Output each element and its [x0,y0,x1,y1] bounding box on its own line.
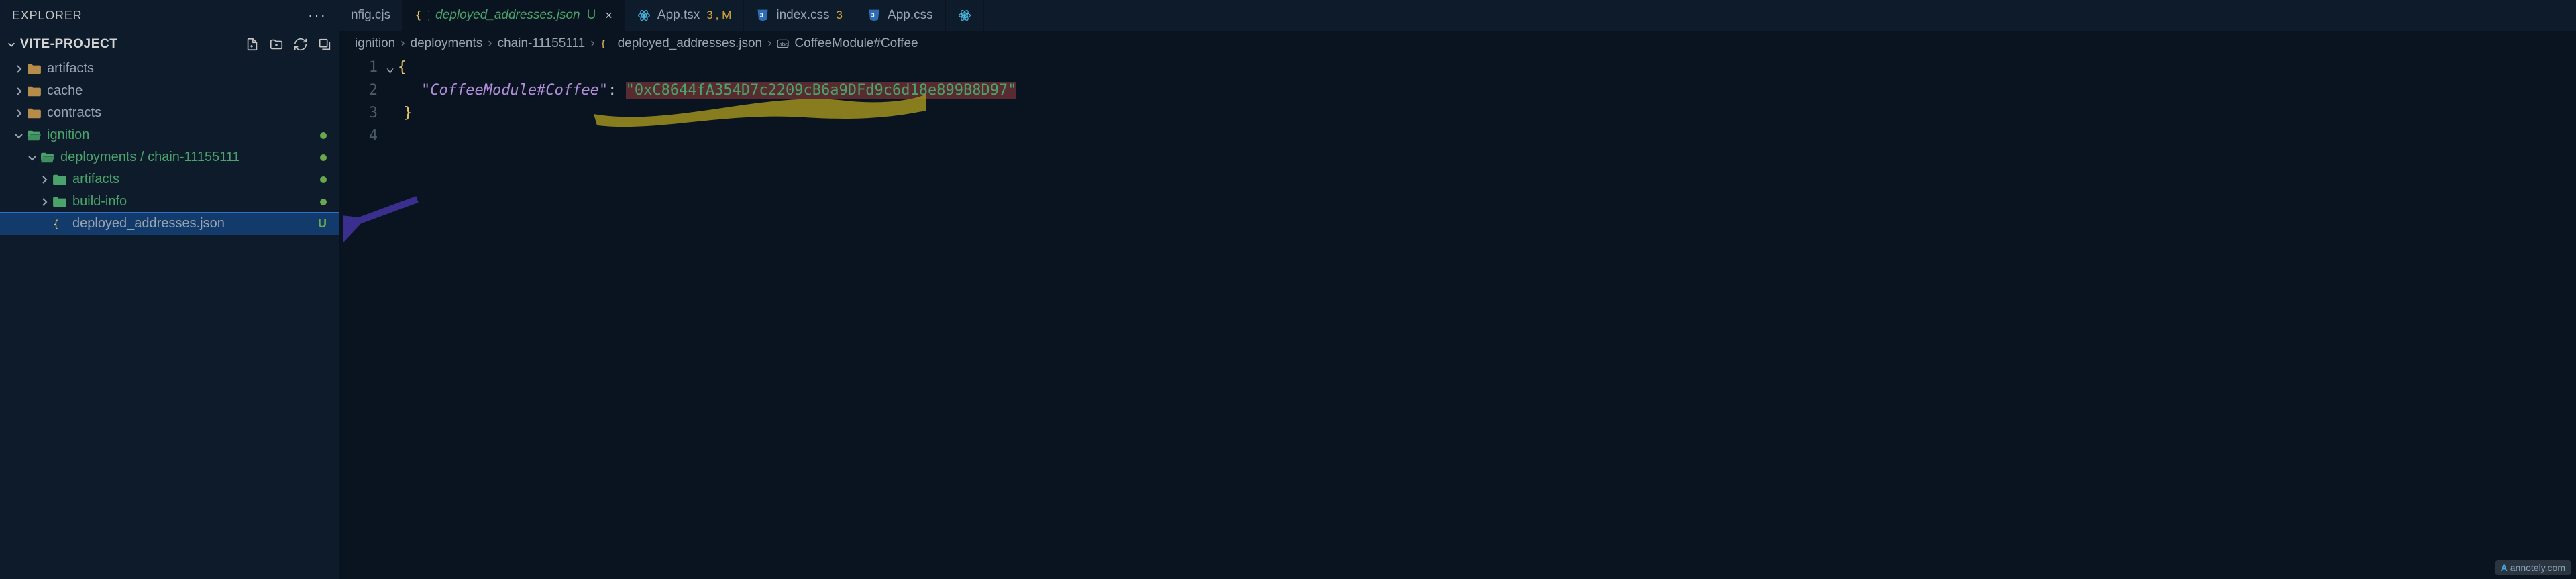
tree-item-label: artifacts [47,61,94,76]
json-key: "CoffeeModule#Coffee" [421,82,608,99]
code-editor[interactable]: 1 2 3 4 ⌄{ "CoffeeModule#Coffee": "0xC86… [339,56,2576,148]
chevron-down-icon [13,130,24,141]
tab-badge: 3 [837,9,843,22]
crumb[interactable]: deployments [411,36,483,51]
tree-item-label: contracts [47,105,101,121]
new-folder-icon[interactable] [269,37,284,52]
react-partial-icon [958,9,971,22]
chevron-right-icon: › [488,36,492,51]
explorer-more-icon[interactable]: ··· [308,7,327,24]
close-icon[interactable]: × [605,9,612,23]
folder-icon [27,62,42,76]
git-modified-dot-icon [320,199,327,205]
svg-text:{ }: { } [415,9,429,21]
svg-text:3: 3 [871,12,875,19]
new-file-icon[interactable] [245,37,260,52]
svg-text:{ }: { } [53,218,66,230]
breadcrumb[interactable]: ignition › deployments › chain-11155111 … [339,31,2576,56]
tree-file[interactable]: { } deployed_addresses.json U [0,213,339,235]
tree-folder[interactable]: cache [0,80,339,102]
chevron-right-icon [39,197,50,207]
line-gutter: 1 2 3 4 [339,56,386,148]
tree-folder[interactable]: deployments / chain-11155111 [0,146,339,168]
folder-icon [27,128,42,143]
editor-tab[interactable]: App.tsx 3, M [625,0,744,31]
folder-icon [27,84,42,99]
tab-label: index.css [776,8,829,23]
folder-icon [52,195,67,209]
chevron-right-icon: › [767,36,771,51]
tab-label: nfig.cjs [351,8,390,23]
chevron-right-icon [13,64,24,74]
crumb-file[interactable]: deployed_addresses.json [618,36,763,51]
chevron-right-icon [13,108,24,119]
json-icon: { } [600,38,612,50]
folder-icon [52,172,67,187]
tab-label: deployed_addresses.json [435,8,580,23]
react-icon [637,9,651,22]
git-status-badge: U [318,217,327,231]
git-modified-dot-icon [320,132,327,139]
tree-item-label: deployments / chain-11155111 [60,150,240,165]
project-name: VITE-PROJECT [20,37,118,52]
json-icon: { } [415,9,429,22]
json-icon: { } [52,217,67,231]
tab-git-status: U [587,8,596,23]
chevron-down-icon [7,40,16,49]
code-body[interactable]: ⌄{ "CoffeeModule#Coffee": "0xC8644fA354D… [386,56,2576,148]
tree-folder[interactable]: ignition [0,124,339,146]
editor-tab[interactable]: nfig.cjs [339,0,403,31]
tree-folder[interactable]: contracts [0,102,339,124]
editor-area: nfig.cjs { } deployed_addresses.json U × App.… [339,0,2576,579]
tree-item-label: ignition [47,127,89,143]
crumb[interactable]: chain-11155111 [498,36,586,51]
folder-icon [27,106,42,121]
tree-item-label: deployed_addresses.json [72,216,225,231]
tree-item-label: build-info [72,194,127,209]
git-modified-dot-icon [320,154,327,161]
chevron-right-icon: › [590,36,594,51]
file-tree: artifacts cache contracts ignition deploymen… [0,58,339,579]
sidebar: EXPLORER ··· VITE-PROJECT artifacts cache… [0,0,339,579]
css-icon: 3 [867,9,881,22]
explorer-header: EXPLORER ··· [0,0,339,31]
crumb[interactable]: ignition [355,36,395,51]
watermark: Aannotely.com [2496,560,2571,575]
tree-folder[interactable]: artifacts [0,58,339,80]
refresh-icon[interactable] [293,37,308,52]
chevron-down-icon [27,152,38,163]
folder-icon [40,150,55,165]
svg-text:abc: abc [780,41,788,47]
tree-folder[interactable]: build-info [0,191,339,213]
symbol-icon: abc [777,38,789,50]
tree-item-label: artifacts [72,172,119,187]
tab-label: App.tsx [657,8,700,23]
editor-tab[interactable] [946,0,984,31]
git-modified-dot-icon [320,176,327,183]
chevron-right-icon [13,86,24,97]
editor-tab[interactable]: 3 App.css [855,0,946,31]
project-actions [245,37,332,52]
editor-tab[interactable]: { } deployed_addresses.json U × [403,0,625,31]
tree-item-label: cache [47,83,83,99]
chevron-right-icon [39,174,50,185]
svg-text:{ }: { } [600,39,612,50]
chevron-right-icon: › [400,36,405,51]
explorer-title: EXPLORER [12,9,82,23]
json-value: "0xC8644fA354D7c2209cB6a9DFd9c6d18e899B8… [626,82,1017,99]
svg-text:3: 3 [760,12,763,19]
tree-folder[interactable]: artifacts [0,168,339,191]
editor-tab[interactable]: 3 index.css 3 [744,0,855,31]
css-icon: 3 [756,9,769,22]
collapse-all-icon[interactable] [317,37,332,52]
editor-tabs: nfig.cjs { } deployed_addresses.json U × App.… [339,0,2576,31]
fold-caret-icon[interactable]: ⌄ [386,56,398,79]
tab-label: App.css [888,8,933,23]
tab-badge: 3, M [706,9,731,22]
project-header[interactable]: VITE-PROJECT [0,31,339,58]
crumb-symbol[interactable]: CoffeeModule#Coffee [794,36,918,51]
